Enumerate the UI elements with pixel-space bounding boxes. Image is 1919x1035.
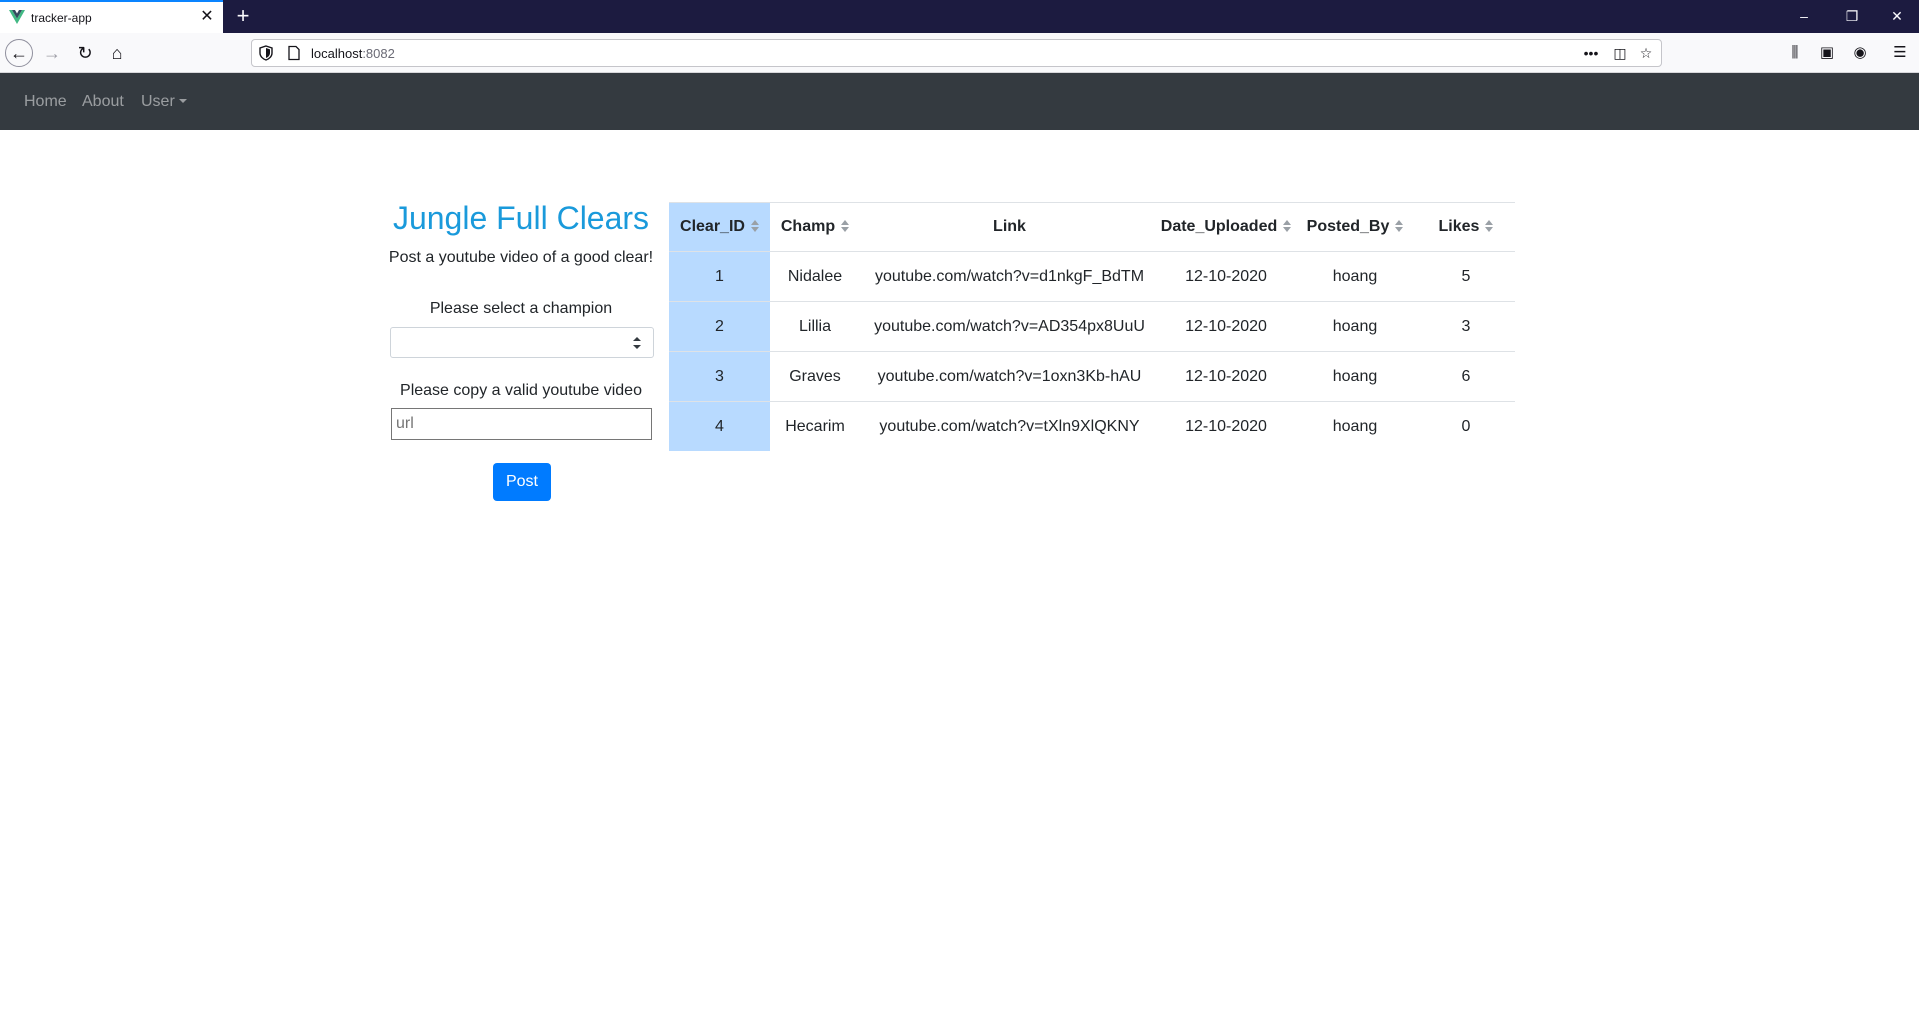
cell-posted-by: hoang: [1293, 351, 1417, 402]
table-row: 4 Hecarim youtube.com/watch?v=tXln9XlQKN…: [669, 401, 1515, 451]
cell-champ: Hecarim: [770, 401, 860, 451]
browser-tab[interactable]: tracker-app ✕: [0, 0, 223, 33]
select-arrows-icon: [633, 337, 641, 349]
page-subtitle: Post a youtube video of a good clear!: [388, 249, 654, 266]
cell-link: youtube.com/watch?v=tXln9XlQKNY: [860, 401, 1159, 451]
cell-posted-by: hoang: [1293, 401, 1417, 451]
sort-icon: [1485, 220, 1494, 232]
app-navbar: Home About User: [0, 73, 1919, 130]
reload-icon[interactable]: ↻: [71, 39, 99, 67]
column-header-likes[interactable]: Likes: [1417, 202, 1515, 252]
sort-icon: [841, 220, 850, 232]
cell-date: 12-10-2020: [1159, 251, 1293, 302]
cell-link: youtube.com/watch?v=1oxn3Kb-hAU: [860, 351, 1159, 402]
table-row: 1 Nidalee youtube.com/watch?v=d1nkgF_BdT…: [669, 251, 1515, 302]
column-header-posted-by[interactable]: Posted_By: [1293, 202, 1417, 252]
column-header-link: Link: [860, 202, 1159, 252]
browser-toolbar: ← → ↻ ⌂ localhost:8082 ••• ◫ ☆ ⫼ ▣ ◉ ☰: [0, 33, 1919, 73]
new-tab-icon[interactable]: +: [232, 4, 254, 28]
cell-link: youtube.com/watch?v=d1nkgF_BdTM: [860, 251, 1159, 302]
pocket-icon[interactable]: ◫: [1608, 42, 1632, 64]
url-label: Please copy a valid youtube video: [400, 382, 642, 399]
restore-window-icon[interactable]: ❐: [1832, 4, 1872, 28]
vue-logo-icon: [9, 10, 25, 24]
page-info-icon[interactable]: [286, 45, 302, 61]
column-header-label: Clear_ID: [680, 218, 745, 235]
minimize-window-icon[interactable]: –: [1784, 4, 1824, 28]
address-bar[interactable]: localhost:8082 ••• ◫ ☆: [251, 39, 1662, 67]
home-icon[interactable]: ⌂: [103, 39, 131, 67]
forward-arrow-icon[interactable]: →: [38, 39, 66, 67]
cell-posted-by: hoang: [1293, 251, 1417, 302]
back-arrow-icon[interactable]: ←: [5, 39, 33, 67]
bookmark-star-icon[interactable]: ☆: [1634, 42, 1658, 64]
column-header-clear-id[interactable]: Clear_ID: [669, 202, 770, 252]
sort-icon: [1283, 220, 1292, 232]
more-actions-icon[interactable]: •••: [1579, 42, 1603, 64]
shield-icon[interactable]: [258, 45, 274, 61]
sort-icon: [750, 220, 759, 232]
champion-select[interactable]: [390, 327, 654, 358]
column-header-champ[interactable]: Champ: [770, 202, 860, 252]
cell-champ: Lillia: [770, 301, 860, 352]
cell-date: 12-10-2020: [1159, 401, 1293, 451]
nav-link-about[interactable]: About: [82, 93, 124, 111]
cell-clear-id: 3: [669, 351, 770, 402]
cell-likes: 0: [1417, 401, 1515, 451]
tab-title: tracker-app: [31, 11, 92, 25]
table-row: 2 Lillia youtube.com/watch?v=AD354px8UuU…: [669, 301, 1515, 352]
table-row: 3 Graves youtube.com/watch?v=1oxn3Kb-hAU…: [669, 351, 1515, 402]
column-header-label: Date_Uploaded: [1160, 218, 1278, 235]
clears-table: Clear_ID Champ Link Date_Uploaded Posted…: [669, 202, 1515, 451]
column-header-label: Link: [993, 218, 1026, 235]
url-input[interactable]: [391, 408, 652, 440]
browser-tab-bar: tracker-app ✕ + – ❐ ✕: [0, 0, 1919, 33]
cell-posted-by: hoang: [1293, 301, 1417, 352]
cell-likes: 3: [1417, 301, 1515, 352]
table-header-row: Clear_ID Champ Link Date_Uploaded Posted…: [669, 202, 1515, 252]
cell-champ: Graves: [770, 351, 860, 402]
column-header-label: Champ: [780, 218, 836, 235]
cell-date: 12-10-2020: [1159, 351, 1293, 402]
cell-link: youtube.com/watch?v=AD354px8UuU: [860, 301, 1159, 352]
column-header-date-uploaded[interactable]: Date_Uploaded: [1159, 202, 1293, 252]
user-dropdown-label: User: [141, 93, 175, 110]
page-title: Jungle Full Clears: [392, 200, 650, 236]
menu-icon[interactable]: ☰: [1886, 39, 1914, 67]
caret-down-icon: [178, 99, 187, 103]
column-header-label: Likes: [1438, 218, 1480, 235]
user-dropdown[interactable]: User: [141, 93, 187, 111]
cell-clear-id: 1: [669, 251, 770, 302]
cell-date: 12-10-2020: [1159, 301, 1293, 352]
cell-champ: Nidalee: [770, 251, 860, 302]
close-tab-icon[interactable]: ✕: [198, 8, 216, 26]
column-header-label: Posted_By: [1306, 218, 1390, 235]
account-icon[interactable]: ◉: [1846, 39, 1874, 67]
cell-clear-id: 4: [669, 401, 770, 451]
cell-likes: 6: [1417, 351, 1515, 402]
cell-likes: 5: [1417, 251, 1515, 302]
library-icon[interactable]: ⫼: [1781, 39, 1809, 67]
champion-label: Please select a champion: [429, 300, 613, 317]
cell-clear-id: 2: [669, 301, 770, 352]
post-button[interactable]: Post: [493, 463, 551, 501]
sidebar-icon[interactable]: ▣: [1813, 39, 1841, 67]
nav-link-home[interactable]: Home: [24, 93, 67, 111]
sort-icon: [1395, 220, 1404, 232]
close-window-icon[interactable]: ✕: [1877, 4, 1917, 28]
url-text: localhost:8082: [311, 46, 395, 61]
